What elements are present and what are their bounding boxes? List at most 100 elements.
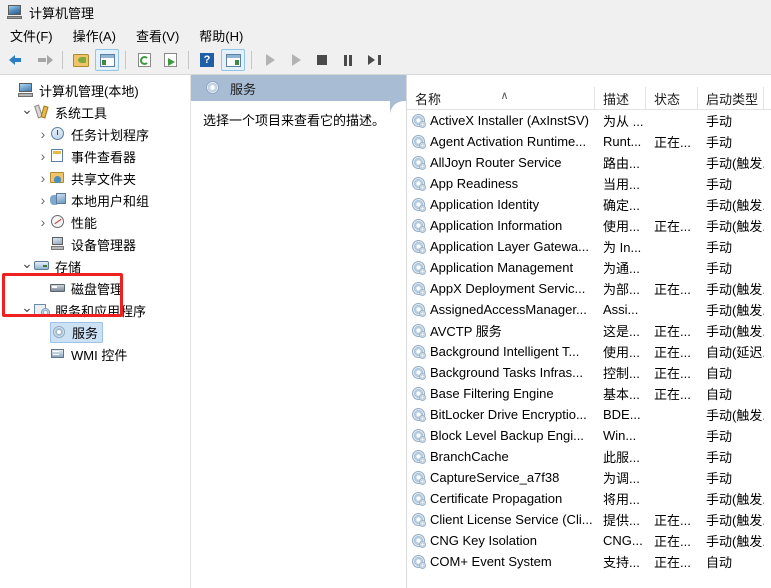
column-header-startup-type[interactable]: 启动类型 bbox=[698, 87, 764, 109]
table-row[interactable]: Application Management 为通... 手动 本 bbox=[407, 257, 771, 278]
play-icon bbox=[265, 54, 275, 66]
menu-help[interactable]: 帮助(H) bbox=[199, 24, 254, 47]
cell-description: BDE... bbox=[603, 407, 641, 422]
chevron-right-icon[interactable] bbox=[36, 171, 50, 186]
table-row[interactable]: Block Level Backup Engi... Win... 手动 本 bbox=[407, 425, 771, 446]
column-header-logon-as[interactable]: 登 bbox=[764, 87, 771, 109]
gear-icon bbox=[411, 218, 427, 234]
chevron-down-icon[interactable] bbox=[20, 259, 34, 274]
column-header-name[interactable]: 名称 ∧ bbox=[407, 87, 595, 109]
tree-item-content[interactable]: 磁盘管理 bbox=[50, 279, 123, 298]
computer-icon bbox=[6, 4, 24, 20]
tree-item-8[interactable]: 存储 bbox=[0, 255, 190, 277]
gear-icon bbox=[411, 323, 427, 339]
table-row[interactable]: AssignedAccessManager... Assi... 手动(触发...本 bbox=[407, 299, 771, 320]
gear-icon bbox=[411, 134, 427, 150]
console-tree: 计算机管理(本地) 系统工具任务计划程序事件查看器共享文件夹本地用户和组性能设备管… bbox=[0, 75, 191, 588]
tree-item-content[interactable]: 计算机管理(本地) bbox=[18, 81, 139, 100]
table-row[interactable]: Certificate Propagation 将用... 手动(触发...本 bbox=[407, 488, 771, 509]
forward-button[interactable] bbox=[32, 49, 56, 71]
tree-item-9[interactable]: 磁盘管理 bbox=[0, 277, 190, 299]
tree-item-content[interactable]: 设备管理器 bbox=[50, 235, 136, 254]
tree-item-2[interactable]: 任务计划程序 bbox=[0, 123, 190, 145]
column-header-description[interactable]: 描述 bbox=[595, 87, 646, 109]
chevron-right-icon[interactable] bbox=[36, 193, 50, 208]
tree-item-content[interactable]: 任务计划程序 bbox=[50, 125, 149, 144]
storage-icon bbox=[34, 258, 51, 274]
tree-item-content[interactable]: 事件查看器 bbox=[50, 147, 136, 166]
cell-logon-as: 本 bbox=[764, 300, 771, 319]
table-row[interactable]: Client License Service (Cli... 提供... 正在...… bbox=[407, 509, 771, 530]
chevron-right-icon[interactable] bbox=[36, 215, 50, 230]
tree-item-1[interactable]: 系统工具 bbox=[0, 101, 190, 123]
tree-item-4[interactable]: 共享文件夹 bbox=[0, 167, 190, 189]
cell-logon-as: 本 bbox=[764, 237, 771, 256]
table-row[interactable]: Base Filtering Engine 基本... 正在... 自动 本 bbox=[407, 383, 771, 404]
tree-item-content[interactable]: 存储 bbox=[34, 257, 81, 276]
tree-item-7[interactable]: 设备管理器 bbox=[0, 233, 190, 255]
cell-service-name: AVCTP 服务 bbox=[407, 321, 595, 340]
show-hide-action-pane-button[interactable] bbox=[221, 49, 245, 71]
help-button[interactable]: ? bbox=[195, 49, 219, 71]
gear-icon bbox=[411, 386, 427, 402]
table-row[interactable]: COM+ Event System 支持... 正在... 自动 本 bbox=[407, 551, 771, 572]
column-header-status[interactable]: 状态 bbox=[646, 87, 698, 109]
tree-item-12[interactable]: WMI 控件 bbox=[0, 343, 190, 365]
chevron-right-icon[interactable] bbox=[36, 149, 50, 164]
table-row[interactable]: AllJoyn Router Service 路由... 手动(触发...本 bbox=[407, 152, 771, 173]
cell-service-name: Application Management bbox=[407, 260, 595, 276]
pause-service-button[interactable] bbox=[336, 49, 360, 71]
chevron-right-icon[interactable] bbox=[36, 127, 50, 142]
table-row[interactable]: ActiveX Installer (AxInstSV) 为从 ... 手动 本 bbox=[407, 110, 771, 131]
table-row[interactable]: App Readiness 当用... 手动 本 bbox=[407, 173, 771, 194]
tree-item-label: 存储 bbox=[55, 259, 82, 275]
table-row[interactable]: BitLocker Drive Encryptio... BDE... 手动(触发.… bbox=[407, 404, 771, 425]
tree-item-label: 事件查看器 bbox=[71, 149, 137, 165]
cell-startup-type: 手动 bbox=[706, 114, 733, 129]
menu-file[interactable]: 文件(F) bbox=[10, 24, 64, 47]
tree-item-content[interactable]: 本地用户和组 bbox=[50, 191, 149, 210]
tree-item-6[interactable]: 性能 bbox=[0, 211, 190, 233]
table-row[interactable]: Application Layer Gatewa... 为 In... 手动 本 bbox=[407, 236, 771, 257]
table-row[interactable]: AVCTP 服务 这是... 正在... 手动(触发...本 bbox=[407, 320, 771, 341]
chevron-down-icon[interactable] bbox=[20, 105, 34, 120]
tree-item-5[interactable]: 本地用户和组 bbox=[0, 189, 190, 211]
table-row[interactable]: CaptureService_a7f38 为调... 手动 本 bbox=[407, 467, 771, 488]
restart-service-button[interactable] bbox=[362, 49, 386, 71]
up-folder-button[interactable] bbox=[69, 49, 93, 71]
menu-view[interactable]: 查看(V) bbox=[136, 24, 190, 47]
back-arrow-icon bbox=[9, 53, 27, 67]
tree-item-10[interactable]: 服务和应用程序 bbox=[0, 299, 190, 321]
service-name-label: AllJoyn Router Service bbox=[430, 155, 562, 170]
show-hide-console-tree-button[interactable] bbox=[95, 49, 119, 71]
tree-item-content[interactable]: WMI 控件 bbox=[50, 345, 127, 364]
cell-description: Runt... bbox=[603, 134, 642, 149]
table-row[interactable]: Application Identity 确定... 手动(触发...本 bbox=[407, 194, 771, 215]
refresh-button[interactable] bbox=[132, 49, 156, 71]
table-row[interactable]: Background Tasks Infras... 控制... 正在... 自动 本 bbox=[407, 362, 771, 383]
tree-item-content[interactable]: 系统工具 bbox=[34, 103, 107, 122]
tree-item-content[interactable]: 性能 bbox=[50, 213, 97, 232]
tree-item-content[interactable]: 共享文件夹 bbox=[50, 169, 136, 188]
table-row[interactable]: CNG Key Isolation CNG... 正在... 手动(触发...本 bbox=[407, 530, 771, 551]
start-service-button[interactable] bbox=[258, 49, 282, 71]
cell-service-name: Block Level Backup Engi... bbox=[407, 428, 595, 444]
menu-action[interactable]: 操作(A) bbox=[73, 24, 127, 47]
chevron-down-icon[interactable] bbox=[20, 303, 34, 318]
service-name-label: Agent Activation Runtime... bbox=[430, 134, 587, 149]
table-row[interactable]: Background Intelligent T... 使用... 正在... 自动(… bbox=[407, 341, 771, 362]
tree-item-content[interactable]: 服务和应用程序 bbox=[34, 301, 146, 320]
table-row[interactable]: BranchCache 此服... 手动 网 bbox=[407, 446, 771, 467]
export-list-button[interactable] bbox=[158, 49, 182, 71]
resume-service-button[interactable] bbox=[284, 49, 308, 71]
tree-item-content[interactable]: 服务 bbox=[50, 321, 104, 343]
service-name-label: Application Information bbox=[430, 218, 563, 233]
table-row[interactable]: Agent Activation Runtime... Runt... 正在... 手… bbox=[407, 131, 771, 152]
tree-item-0[interactable]: 计算机管理(本地) bbox=[0, 79, 190, 101]
stop-service-button[interactable] bbox=[310, 49, 334, 71]
tree-item-3[interactable]: 事件查看器 bbox=[0, 145, 190, 167]
table-row[interactable]: AppX Deployment Servic... 为部... 正在... 手动(触发… bbox=[407, 278, 771, 299]
back-button[interactable] bbox=[6, 49, 30, 71]
tree-item-11[interactable]: 服务 bbox=[0, 321, 190, 343]
table-row[interactable]: Application Information 使用... 正在... 手动(触发..… bbox=[407, 215, 771, 236]
